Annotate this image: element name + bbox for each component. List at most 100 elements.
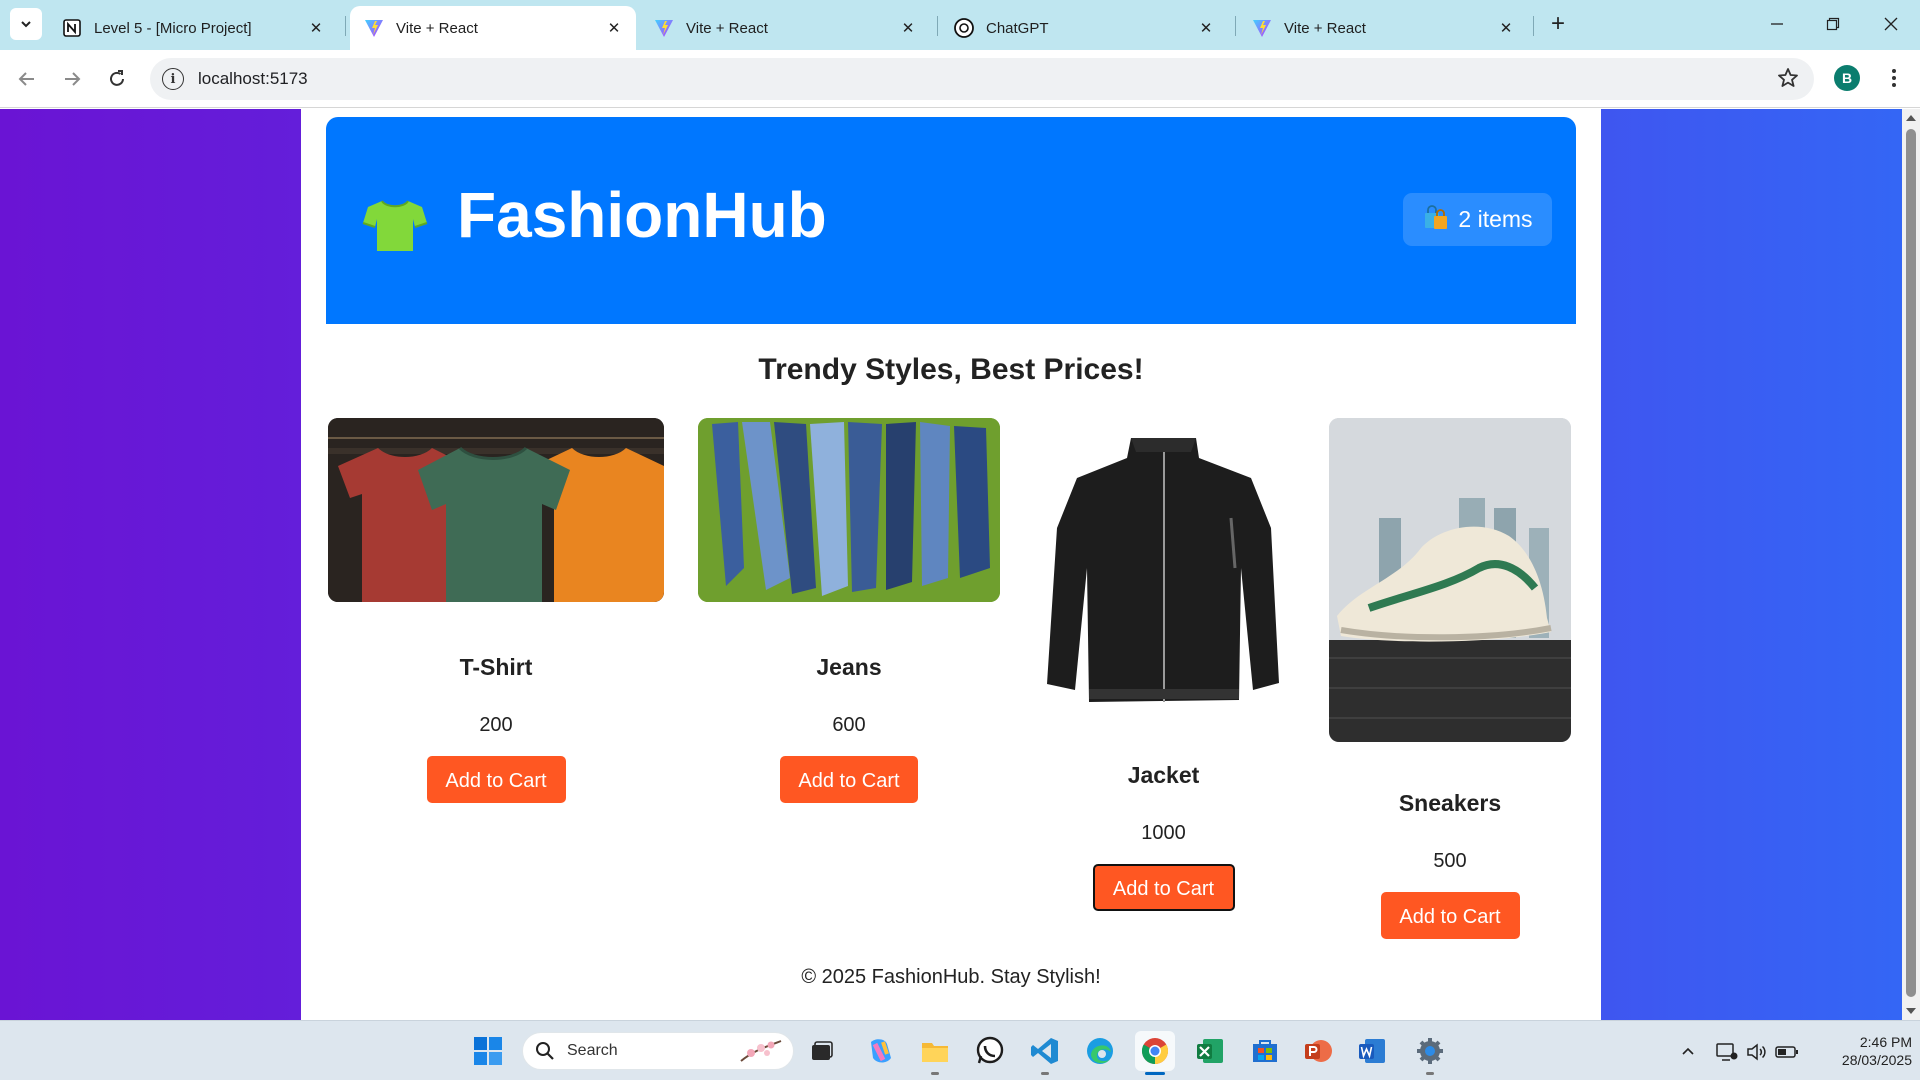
active-indicator xyxy=(1145,1072,1165,1075)
file-explorer-icon[interactable] xyxy=(915,1031,955,1075)
close-icon[interactable]: ✕ xyxy=(304,16,328,40)
tab-search-button[interactable] xyxy=(10,8,42,40)
chrome-icon[interactable] xyxy=(1135,1031,1175,1075)
powerpoint-icon[interactable] xyxy=(1298,1031,1338,1071)
system-clock[interactable]: 2:46 PM 28/03/2025 xyxy=(1812,1033,1912,1069)
edge-icon[interactable] xyxy=(1080,1031,1120,1071)
address-bar[interactable]: i localhost:5173 xyxy=(150,58,1814,100)
site-footer: © 2025 FashionHub. Stay Stylish! xyxy=(801,966,1101,988)
product-price: 200 xyxy=(479,714,513,736)
chevron-up-icon[interactable] xyxy=(1678,1041,1698,1061)
search-icon xyxy=(536,1042,554,1060)
blossom-icon xyxy=(740,1040,782,1062)
clock-date: 28/03/2025 xyxy=(1841,1052,1912,1068)
network-icon[interactable] xyxy=(1715,1041,1739,1063)
page-scrollbar[interactable] xyxy=(1902,109,1920,1020)
running-indicator xyxy=(1426,1072,1434,1075)
tab-vite-react-active[interactable]: Vite + React ✕ xyxy=(350,6,636,50)
product-image-sneakers xyxy=(1329,418,1571,742)
product-card-jeans: Jeans 600 Add to Cart xyxy=(698,418,1000,803)
task-view-icon[interactable] xyxy=(802,1031,842,1071)
product-name: Jacket xyxy=(1127,762,1200,788)
notion-icon xyxy=(62,18,82,38)
close-icon[interactable]: ✕ xyxy=(896,16,920,40)
word-icon[interactable] xyxy=(1352,1031,1392,1071)
cart-count-label: 2 items xyxy=(1458,206,1533,232)
copilot-icon[interactable] xyxy=(860,1031,900,1071)
tab-divider xyxy=(345,16,346,36)
bookmark-star-icon[interactable] xyxy=(1776,66,1800,95)
arrow-right-icon xyxy=(65,72,81,86)
tab-vite-react[interactable]: Vite + React ✕ xyxy=(1238,6,1528,50)
reload-icon xyxy=(110,70,124,86)
chatgpt-icon xyxy=(954,18,974,38)
page-viewport: FashionHub 2 items Trendy Styles, Best P… xyxy=(0,109,1902,1020)
chevron-down-icon xyxy=(21,21,31,28)
whatsapp-icon[interactable] xyxy=(970,1031,1010,1071)
tab-title: Vite + React xyxy=(1284,19,1366,37)
product-name: Sneakers xyxy=(1398,790,1502,816)
tab-chatgpt[interactable]: ChatGPT ✕ xyxy=(940,6,1228,50)
tab-title: ChatGPT xyxy=(986,19,1049,37)
shopping-bags-icon xyxy=(1422,203,1450,237)
reload-button[interactable] xyxy=(100,62,134,96)
tab-notion[interactable]: Level 5 - [Micro Project] ✕ xyxy=(48,6,338,50)
battery-icon[interactable] xyxy=(1774,1041,1800,1063)
profile-avatar[interactable]: B xyxy=(1834,65,1860,91)
site-header: FashionHub 2 items xyxy=(326,117,1576,324)
add-to-cart-button[interactable]: Add to Cart xyxy=(1380,892,1520,939)
product-name: T-Shirt xyxy=(459,654,533,680)
settings-gear-icon[interactable] xyxy=(1410,1031,1450,1075)
url-text: localhost:5173 xyxy=(198,69,308,88)
close-icon[interactable]: ✕ xyxy=(1494,16,1518,40)
windows-start-icon[interactable] xyxy=(468,1031,508,1071)
restore-button[interactable] xyxy=(1810,6,1856,42)
add-to-cart-button[interactable]: Add to Cart xyxy=(1092,864,1235,911)
product-price: 500 xyxy=(1433,850,1467,872)
taskbar-search-label: Search xyxy=(567,1042,618,1059)
volume-icon[interactable] xyxy=(1745,1041,1769,1063)
add-to-cart-button[interactable]: Add to Cart xyxy=(780,756,918,803)
close-icon[interactable]: ✕ xyxy=(1194,16,1218,40)
tab-vite-react[interactable]: Vite + React ✕ xyxy=(640,6,930,50)
cart-badge[interactable]: 2 items xyxy=(1403,193,1552,246)
forward-button[interactable] xyxy=(55,62,89,96)
vscode-icon[interactable] xyxy=(1025,1031,1065,1075)
product-image-jeans xyxy=(698,418,1000,602)
new-tab-button[interactable]: + xyxy=(1544,10,1572,38)
tab-divider xyxy=(937,16,938,36)
vite-icon xyxy=(364,18,384,38)
minimize-icon xyxy=(1771,23,1783,25)
running-indicator xyxy=(931,1072,939,1075)
scroll-down-arrow[interactable] xyxy=(1906,1008,1916,1014)
tshirt-icon xyxy=(362,199,428,258)
close-window-button[interactable] xyxy=(1868,6,1914,42)
product-price: 1000 xyxy=(1141,822,1186,844)
microsoft-store-icon[interactable] xyxy=(1245,1031,1285,1071)
tab-title: Vite + React xyxy=(686,19,768,37)
back-button[interactable] xyxy=(10,62,44,96)
product-card-jacket: Jacket 1000 Add to Cart xyxy=(1031,418,1296,911)
arrow-left-icon xyxy=(18,72,34,86)
scroll-up-arrow[interactable] xyxy=(1906,115,1916,121)
tab-strip: Level 5 - [Micro Project] ✕ Vite + React… xyxy=(0,0,1920,50)
taskbar-search[interactable]: Search xyxy=(522,1032,794,1070)
page-tagline: Trendy Styles, Best Prices! xyxy=(758,353,1144,386)
close-icon[interactable]: ✕ xyxy=(602,16,626,40)
product-name: Jeans xyxy=(816,654,882,680)
add-to-cart-button[interactable]: Add to Cart xyxy=(426,756,566,803)
scrollbar-thumb[interactable] xyxy=(1906,129,1916,997)
product-card-tshirt: T-Shirt 200 Add to Cart xyxy=(328,418,664,803)
tab-title: Level 5 - [Micro Project] xyxy=(94,19,252,37)
product-price: 600 xyxy=(832,714,866,736)
product-image-tshirt xyxy=(328,418,664,602)
browser-menu-icon[interactable] xyxy=(1880,64,1908,92)
site-info-icon[interactable]: i xyxy=(162,68,184,90)
minimize-button[interactable] xyxy=(1754,6,1800,42)
taskbar: Search 2:46 PM 28/03/2025 xyxy=(0,1020,1920,1080)
vite-icon xyxy=(654,18,674,38)
close-icon xyxy=(1884,17,1898,31)
product-card-sneakers: Sneakers 500 Add to Cart xyxy=(1329,418,1571,939)
vite-icon xyxy=(1252,18,1272,38)
excel-icon[interactable] xyxy=(1190,1031,1230,1071)
